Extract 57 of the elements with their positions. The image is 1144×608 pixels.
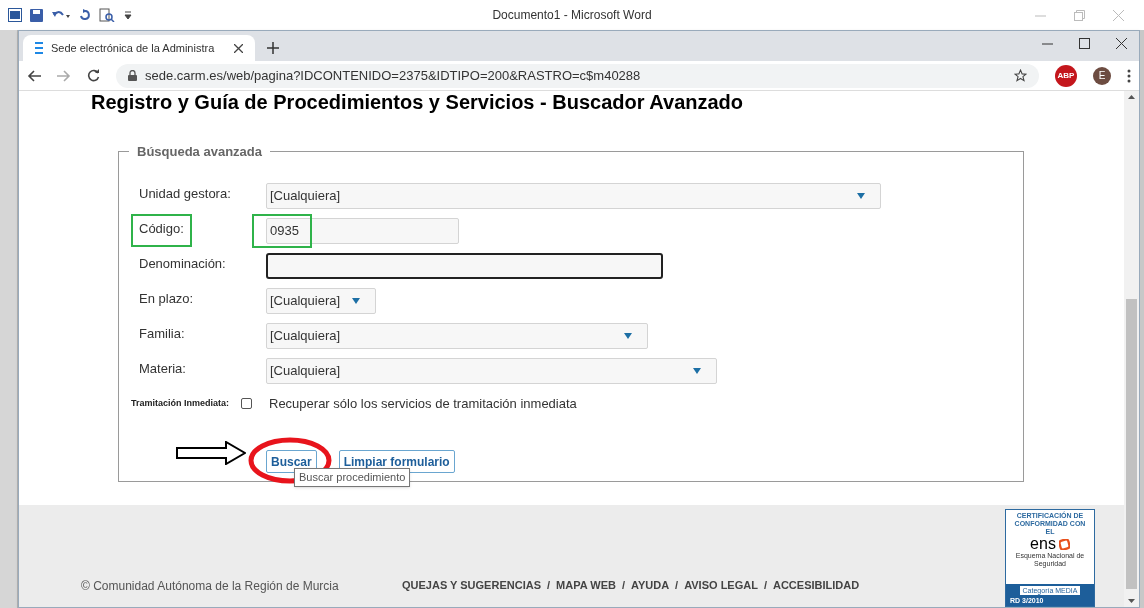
close-icon[interactable] xyxy=(234,43,243,53)
scrollbar[interactable] xyxy=(1124,91,1139,607)
scroll-down-icon[interactable] xyxy=(1128,599,1135,603)
maximize-icon[interactable] xyxy=(1079,38,1090,49)
save-icon[interactable] xyxy=(30,8,43,22)
field-label: En plazo: xyxy=(139,290,195,308)
adblock-extension[interactable]: ABP xyxy=(1055,64,1077,87)
address-bar[interactable]: sede.carm.es/web/pagina?IDCONTENIDO=2375&IDTIPO=200&RASTRO=c$m40288 xyxy=(116,63,1039,88)
window-title: Documento1 - Microsoft Word xyxy=(491,7,653,24)
footer-link[interactable]: QUEJAS Y SUGERENCIAS xyxy=(402,577,541,594)
field-label: Materia: xyxy=(139,360,187,378)
redo-icon[interactable] xyxy=(79,8,91,22)
scrollbar-thumb[interactable] xyxy=(1126,299,1137,589)
dropdown-arrow-icon xyxy=(857,193,865,199)
checkbox-text: Recuperar sólo los servicios de tramitación inmediata xyxy=(269,395,577,413)
field-label: Unidad gestora: xyxy=(139,185,232,203)
link-separator: / xyxy=(621,578,625,593)
dropdown[interactable]: [Cualquiera] xyxy=(266,183,881,209)
dropdown[interactable]: [Cualquiera] xyxy=(266,323,648,349)
close-icon[interactable] xyxy=(1116,38,1127,49)
footer-link[interactable]: AVISO LEGAL xyxy=(684,577,758,594)
tooltip: Buscar procedimiento xyxy=(294,468,411,487)
dropdown[interactable]: [Cualquiera] xyxy=(266,288,376,314)
field-label: Denominación: xyxy=(139,255,227,273)
arrow-icon xyxy=(176,441,246,465)
field-label: Familia: xyxy=(139,325,186,343)
copyright-text: © Comunidad Autónoma de la Región de Murcia xyxy=(81,578,339,595)
browser-tab[interactable]: Sede electrónica de la Administra xyxy=(23,35,255,61)
checkbox-label: Tramitación Inmediata: xyxy=(131,397,231,410)
reload-icon[interactable] xyxy=(87,69,100,82)
customize-toolbar-icon[interactable] xyxy=(123,9,133,21)
link-separator: / xyxy=(546,578,551,593)
link-separator: / xyxy=(763,578,767,593)
ens-logo-text: ens xyxy=(1030,536,1056,552)
more-icon[interactable] xyxy=(1127,68,1131,83)
profile-avatar[interactable]: E xyxy=(1093,66,1111,85)
input-field[interactable]: 0935 xyxy=(266,218,459,244)
dropdown-arrow-icon xyxy=(624,333,632,339)
footer-link[interactable]: MAPA WEB xyxy=(556,577,616,594)
input-field[interactable] xyxy=(266,253,663,279)
checkbox[interactable] xyxy=(241,398,252,410)
footer-link[interactable]: AYUDA xyxy=(631,577,670,594)
dropdown-arrow-icon xyxy=(352,298,360,304)
link-separator: / xyxy=(675,578,679,593)
menu-icon xyxy=(35,41,43,55)
scroll-up-icon[interactable] xyxy=(1128,95,1135,99)
back-icon[interactable] xyxy=(27,69,41,82)
field-label: Código: xyxy=(139,220,185,238)
new-tab-icon[interactable] xyxy=(267,42,279,54)
star-icon[interactable] xyxy=(1014,69,1027,82)
page-heading: Registro y Guía de Procedimientos y Servicios - Buscador Avanzado xyxy=(90,91,745,113)
footer-link[interactable]: ACCESIBILIDAD xyxy=(772,577,860,594)
print-preview-icon[interactable] xyxy=(99,8,115,22)
dropdown-arrow-icon xyxy=(693,368,701,374)
lock-icon[interactable] xyxy=(128,70,137,81)
logo-mark-icon xyxy=(1058,538,1070,550)
dropdown[interactable]: [Cualquiera] xyxy=(266,358,717,384)
